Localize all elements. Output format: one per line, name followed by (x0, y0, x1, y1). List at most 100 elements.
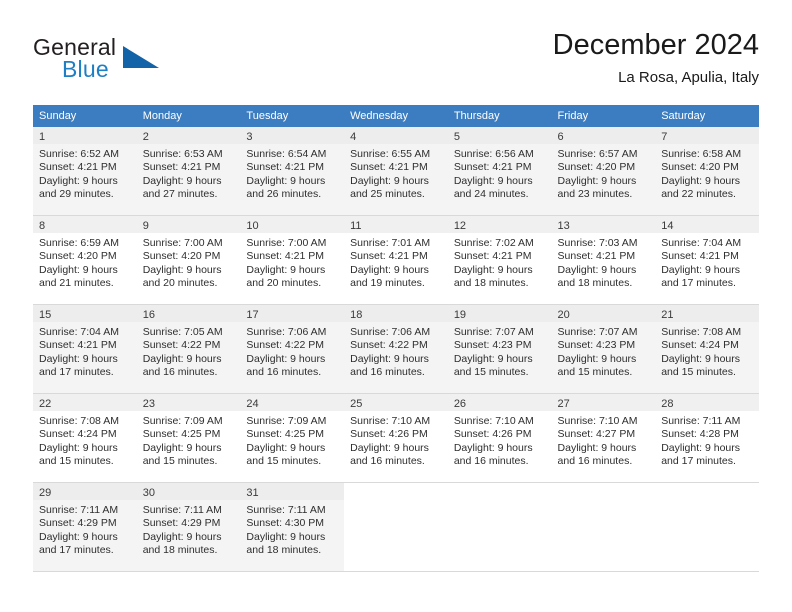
daylight-text-line1: Daylight: 9 hours (142, 263, 222, 276)
calendar-cell[interactable]: 12 Sunrise: 7:02 AM Sunset: 4:21 PM Dayligh… (447, 216, 552, 305)
sunset-text: Sunset: 4:26 PM (350, 428, 428, 441)
day-number: 31 (246, 487, 259, 499)
day-info: Sunrise: 7:08 AM Sunset: 4:24 PM Daylight:… (39, 415, 131, 469)
day-cell[interactable]: 10 Sunrise: 7:00 AM Sunset: 4:21 PM Dayligh… (240, 216, 345, 305)
calendar-cell[interactable]: 19 Sunrise: 7:07 AM Sunset: 4:23 PM Dayligh… (447, 305, 552, 394)
sunset-text: Sunset: 4:20 PM (39, 250, 117, 263)
calendar-cell[interactable]: 5 Sunrise: 6:56 AM Sunset: 4:21 PM Daylight… (447, 127, 552, 216)
day-cell[interactable]: 28 Sunrise: 7:11 AM Sunset: 4:28 PM Dayligh… (655, 394, 759, 483)
day-cell[interactable]: 9 Sunrise: 7:00 AM Sunset: 4:20 PM Daylight… (136, 216, 241, 305)
calendar-cell[interactable]: 2 Sunrise: 6:53 AM Sunset: 4:21 PM Daylight… (136, 127, 241, 216)
day-cell[interactable]: 20 Sunrise: 7:07 AM Sunset: 4:23 PM Dayligh… (551, 305, 656, 394)
day-info: Sunrise: 7:07 AM Sunset: 4:23 PM Daylight:… (454, 326, 546, 380)
day-number: 26 (453, 398, 467, 410)
day-cell[interactable]: 25 Sunrise: 7:10 AM Sunset: 4:26 PM Dayligh… (344, 394, 448, 483)
calendar-cell[interactable]: 1 Sunrise: 6:52 AM Sunset: 4:21 PM Daylight… (33, 127, 137, 216)
calendar-cell[interactable]: 6 Sunrise: 6:57 AM Sunset: 4:20 PM Daylight… (551, 127, 656, 216)
calendar-cell[interactable]: 4 Sunrise: 6:55 AM Sunset: 4:21 PM Daylight… (344, 127, 448, 216)
calendar-cell[interactable]: 7 Sunrise: 6:58 AM Sunset: 4:20 PM Daylight… (655, 127, 759, 216)
day-cell[interactable]: 2 Sunrise: 6:53 AM Sunset: 4:21 PM Daylight… (136, 127, 241, 216)
day-cell[interactable]: 8 Sunrise: 6:59 AM Sunset: 4:20 PM Daylight… (33, 216, 137, 305)
daylight-text-line1: Daylight: 9 hours (661, 174, 741, 187)
day-cell[interactable]: 18 Sunrise: 7:06 AM Sunset: 4:22 PM Dayligh… (344, 305, 448, 394)
day-cell[interactable]: 19 Sunrise: 7:07 AM Sunset: 4:23 PM Dayligh… (447, 305, 552, 394)
sunrise-text: Sunrise: 7:10 AM (453, 415, 534, 427)
daylight-text-line1: Daylight: 9 hours (142, 441, 222, 454)
day-cell[interactable]: 30 Sunrise: 7:11 AM Sunset: 4:29 PM Dayligh… (136, 483, 241, 572)
day-number: 10 (246, 220, 259, 232)
day-cell[interactable]: 17 Sunrise: 7:06 AM Sunset: 4:22 PM Dayligh… (240, 305, 345, 394)
day-cell[interactable]: 22 Sunrise: 7:08 AM Sunset: 4:24 PM Dayligh… (33, 394, 137, 483)
sunset-text: Sunset: 4:28 PM (661, 428, 739, 441)
day-number: 11 (350, 220, 362, 232)
calendar-cell[interactable]: 9 Sunrise: 7:00 AM Sunset: 4:20 PM Daylight… (136, 216, 241, 305)
calendar-cell[interactable]: 3 Sunrise: 6:54 AM Sunset: 4:21 PM Daylight… (240, 127, 345, 216)
calendar-cell[interactable]: 10 Sunrise: 7:00 AM Sunset: 4:21 PM Dayligh… (240, 216, 345, 305)
day-info: Sunrise: 7:00 AM Sunset: 4:20 PM Daylight:… (143, 237, 235, 291)
daylight-text-line1: Daylight: 9 hours (142, 530, 222, 543)
day-cell[interactable]: 12 Sunrise: 7:02 AM Sunset: 4:21 PM Dayligh… (447, 216, 552, 305)
day-number: 28 (661, 398, 674, 410)
calendar-cell[interactable]: 23 Sunrise: 7:09 AM Sunset: 4:25 PM Dayligh… (136, 394, 241, 483)
sunset-text: Sunset: 4:23 PM (557, 339, 636, 352)
sunrise-text: Sunrise: 7:08 AM (661, 326, 742, 338)
sunrise-text: Sunrise: 6:57 AM (557, 148, 638, 160)
day-cell[interactable]: 31 Sunrise: 7:11 AM Sunset: 4:30 PM Dayligh… (240, 483, 345, 572)
calendar-cell[interactable]: 14 Sunrise: 7:04 AM Sunset: 4:21 PM Dayligh… (655, 216, 759, 305)
calendar-cell[interactable]: 28 Sunrise: 7:11 AM Sunset: 4:28 PM Dayligh… (655, 394, 759, 483)
day-cell[interactable]: 14 Sunrise: 7:04 AM Sunset: 4:21 PM Dayligh… (655, 216, 759, 305)
day-cell[interactable]: 15 Sunrise: 7:04 AM Sunset: 4:21 PM Dayligh… (33, 305, 137, 394)
day-cell[interactable]: 29 Sunrise: 7:11 AM Sunset: 4:29 PM Dayligh… (33, 483, 137, 572)
calendar-cell[interactable]: 29 Sunrise: 7:11 AM Sunset: 4:29 PM Dayligh… (33, 483, 137, 572)
day-cell[interactable]: 13 Sunrise: 7:03 AM Sunset: 4:21 PM Dayligh… (551, 216, 656, 305)
calendar-week-row: 15 Sunrise: 7:04 AM Sunset: 4:21 PM Dayligh… (33, 305, 759, 394)
sunrise-text: Sunrise: 7:05 AM (142, 326, 223, 338)
sunrise-text: Sunrise: 7:07 AM (557, 326, 638, 338)
day-cell[interactable]: 6 Sunrise: 6:57 AM Sunset: 4:20 PM Daylight… (551, 127, 656, 216)
calendar-cell[interactable]: 25 Sunrise: 7:10 AM Sunset: 4:26 PM Dayligh… (344, 394, 448, 483)
daylight-text-line1: Daylight: 9 hours (453, 441, 533, 454)
calendar-cell[interactable]: 13 Sunrise: 7:03 AM Sunset: 4:21 PM Dayligh… (551, 216, 656, 305)
day-cell[interactable]: 3 Sunrise: 6:54 AM Sunset: 4:21 PM Daylight… (240, 127, 345, 216)
day-number: 2 (142, 131, 149, 143)
day-cell[interactable]: 26 Sunrise: 7:10 AM Sunset: 4:26 PM Dayligh… (447, 394, 552, 483)
day-cell[interactable]: 16 Sunrise: 7:05 AM Sunset: 4:22 PM Dayligh… (136, 305, 241, 394)
daylight-text-line2: and 17 minutes. (39, 544, 114, 557)
day-number: 16 (142, 309, 155, 321)
day-cell[interactable]: 7 Sunrise: 6:58 AM Sunset: 4:20 PM Daylight… (655, 127, 759, 216)
daylight-text-line2: and 15 minutes. (142, 455, 218, 468)
day-info: Sunrise: 6:52 AM Sunset: 4:21 PM Daylight:… (39, 148, 131, 202)
calendar-cell[interactable]: 11 Sunrise: 7:01 AM Sunset: 4:21 PM Dayligh… (344, 216, 448, 305)
day-cell[interactable]: 4 Sunrise: 6:55 AM Sunset: 4:21 PM Daylight… (344, 127, 448, 216)
calendar-cell[interactable]: 8 Sunrise: 6:59 AM Sunset: 4:20 PM Daylight… (33, 216, 137, 305)
calendar-cell[interactable]: 17 Sunrise: 7:06 AM Sunset: 4:22 PM Dayligh… (240, 305, 345, 394)
calendar-cell[interactable]: 24 Sunrise: 7:09 AM Sunset: 4:25 PM Dayligh… (240, 394, 345, 483)
calendar-cell[interactable]: 31 Sunrise: 7:11 AM Sunset: 4:30 PM Dayligh… (240, 483, 345, 572)
day-cell[interactable]: 5 Sunrise: 6:56 AM Sunset: 4:21 PM Daylight… (447, 127, 552, 216)
day-info: Sunrise: 6:58 AM Sunset: 4:20 PM Daylight:… (661, 148, 753, 202)
daylight-text-line1: Daylight: 9 hours (453, 174, 533, 187)
day-cell[interactable]: 1 Sunrise: 6:52 AM Sunset: 4:21 PM Daylight… (33, 127, 137, 216)
daylight-text-line2: and 16 minutes. (453, 455, 529, 468)
calendar-cell[interactable]: 22 Sunrise: 7:08 AM Sunset: 4:24 PM Dayligh… (33, 394, 137, 483)
day-cell[interactable]: 11 Sunrise: 7:01 AM Sunset: 4:21 PM Dayligh… (344, 216, 448, 305)
calendar-cell (655, 483, 759, 572)
day-cell[interactable]: 24 Sunrise: 7:09 AM Sunset: 4:25 PM Dayligh… (240, 394, 345, 483)
brand-logo[interactable]: General Blue (33, 34, 213, 92)
calendar-cell[interactable]: 26 Sunrise: 7:10 AM Sunset: 4:26 PM Dayligh… (447, 394, 552, 483)
calendar-cell[interactable]: 20 Sunrise: 7:07 AM Sunset: 4:23 PM Dayligh… (551, 305, 656, 394)
daylight-text-line1: Daylight: 9 hours (557, 352, 637, 365)
calendar-cell[interactable]: 16 Sunrise: 7:05 AM Sunset: 4:22 PM Dayligh… (136, 305, 241, 394)
calendar-cell[interactable]: 27 Sunrise: 7:10 AM Sunset: 4:27 PM Dayligh… (551, 394, 656, 483)
daylight-text-line1: Daylight: 9 hours (661, 441, 741, 454)
calendar-cell[interactable]: 18 Sunrise: 7:06 AM Sunset: 4:22 PM Dayligh… (344, 305, 448, 394)
day-cell[interactable]: 27 Sunrise: 7:10 AM Sunset: 4:27 PM Dayligh… (551, 394, 656, 483)
day-cell[interactable]: 23 Sunrise: 7:09 AM Sunset: 4:25 PM Dayligh… (136, 394, 241, 483)
calendar-cell[interactable]: 21 Sunrise: 7:08 AM Sunset: 4:24 PM Dayligh… (655, 305, 759, 394)
sunrise-text: Sunrise: 6:52 AM (39, 148, 119, 160)
day-cell[interactable]: 21 Sunrise: 7:08 AM Sunset: 4:24 PM Dayligh… (655, 305, 759, 394)
daylight-text-line2: and 27 minutes. (142, 188, 218, 201)
daylight-text-line2: and 20 minutes. (142, 277, 218, 290)
calendar-cell[interactable]: 15 Sunrise: 7:04 AM Sunset: 4:21 PM Dayligh… (33, 305, 137, 394)
calendar-cell[interactable]: 30 Sunrise: 7:11 AM Sunset: 4:29 PM Dayligh… (136, 483, 241, 572)
